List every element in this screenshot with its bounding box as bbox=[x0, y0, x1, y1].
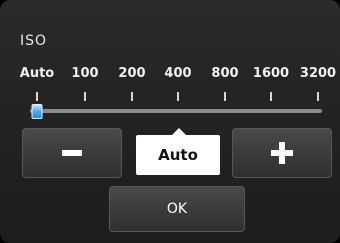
iso-label-3200[interactable]: 3200 bbox=[300, 66, 336, 81]
iso-slider-track[interactable] bbox=[30, 104, 322, 119]
iso-label-auto[interactable]: Auto bbox=[20, 66, 54, 81]
tick-mark bbox=[317, 92, 319, 101]
ok-button[interactable]: OK bbox=[109, 186, 245, 232]
plus-icon bbox=[271, 142, 293, 164]
tick-mark bbox=[224, 92, 226, 101]
iso-label-400[interactable]: 400 bbox=[164, 66, 191, 81]
minus-icon bbox=[62, 150, 82, 156]
iso-label-1600[interactable]: 1600 bbox=[253, 66, 289, 81]
iso-label-100[interactable]: 100 bbox=[71, 66, 98, 81]
setting-title: ISO bbox=[20, 33, 48, 49]
iso-label-800[interactable]: 800 bbox=[211, 66, 238, 81]
tick-mark bbox=[84, 92, 86, 101]
iso-slider-thumb[interactable] bbox=[31, 104, 43, 119]
iso-label-200[interactable]: 200 bbox=[118, 66, 145, 81]
tick-mark bbox=[270, 92, 272, 101]
iso-settings-screen: ISO Auto 100 200 400 800 1600 3200 Auto … bbox=[0, 0, 340, 243]
tick-mark bbox=[36, 92, 38, 101]
iso-scale-labels: Auto 100 200 400 800 1600 3200 bbox=[0, 66, 340, 82]
decrease-button[interactable] bbox=[22, 128, 122, 178]
current-value-display: Auto bbox=[136, 128, 220, 175]
tick-mark bbox=[131, 92, 133, 101]
tick-mark bbox=[177, 92, 179, 101]
iso-scale-ticks bbox=[0, 92, 340, 102]
increase-button[interactable] bbox=[232, 128, 332, 178]
